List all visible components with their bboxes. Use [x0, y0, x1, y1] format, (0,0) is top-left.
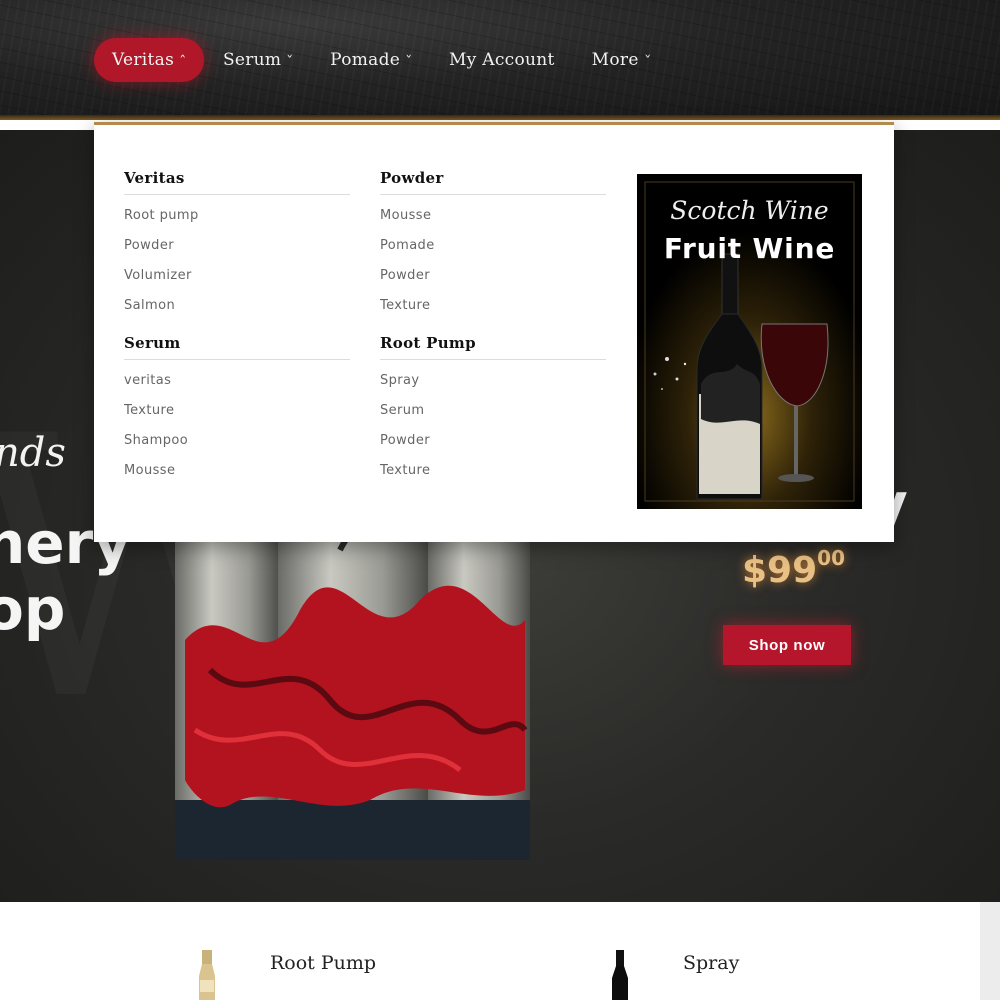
price-cents: 00	[817, 546, 845, 570]
product-name-spray[interactable]: Spray	[683, 952, 739, 974]
column-links: veritas Texture Shampoo Mousse	[124, 370, 350, 490]
price-main: $99	[742, 550, 818, 591]
nav-item-my-account[interactable]: My Account	[431, 38, 573, 82]
menu-link[interactable]: Root pump	[124, 205, 350, 235]
mega-menu-column: Serum veritas Texture Shampoo Mousse	[124, 334, 350, 490]
chevron-up-icon: ˄	[179, 53, 187, 67]
chevron-down-icon: ˅	[405, 53, 413, 67]
nav-label: My Account	[448, 50, 555, 70]
menu-link[interactable]: Texture	[124, 400, 350, 430]
menu-link[interactable]: Mousse	[124, 460, 350, 490]
menu-link[interactable]: Pomade	[380, 235, 606, 265]
wine-bottle-thumbnail[interactable]	[608, 950, 632, 1000]
menu-link[interactable]: Powder	[124, 235, 350, 265]
nav-label: Serum	[222, 50, 282, 70]
nav-item-serum[interactable]: Serum ˅	[205, 38, 311, 82]
nav-item-pomade[interactable]: Pomade ˅	[312, 38, 430, 82]
mega-menu-dropdown: Veritas Root pump Powder Volumizer Salmo…	[94, 122, 894, 542]
nav-label: Veritas	[112, 50, 175, 70]
shop-now-button[interactable]: Shop now	[723, 625, 851, 665]
product-name-root-pump[interactable]: Root Pump	[270, 952, 376, 974]
main-nav: Veritas ˄ Serum ˅ Pomade ˅ My Account Mo…	[94, 38, 670, 82]
menu-link[interactable]: Serum	[380, 400, 606, 430]
column-links: Mousse Pomade Powder Texture	[380, 205, 606, 325]
scrollbar-track[interactable]	[980, 902, 1000, 1000]
nav-item-veritas[interactable]: Veritas ˄	[94, 38, 204, 82]
champagne-bottle-thumbnail[interactable]	[195, 950, 219, 1000]
chevron-down-icon: ˅	[286, 53, 295, 67]
chevron-down-icon: ˅	[643, 53, 652, 67]
column-links: Spray Serum Powder Texture	[380, 370, 606, 490]
menu-link[interactable]: Powder	[380, 265, 606, 295]
hero-headline-line2: op	[0, 575, 66, 643]
column-heading[interactable]: Serum	[124, 334, 350, 360]
menu-link[interactable]: Spray	[380, 370, 606, 400]
column-heading[interactable]: Powder	[380, 169, 606, 195]
hero-script-text: nds	[0, 430, 66, 476]
menu-link[interactable]: Shampoo	[124, 430, 350, 460]
product-strip: Root Pump Spray	[0, 902, 980, 1000]
column-heading[interactable]: Veritas	[124, 169, 350, 195]
mega-menu-column: Powder Mousse Pomade Powder Texture	[380, 169, 606, 325]
menu-link[interactable]: Texture	[380, 460, 606, 490]
promo-banner[interactable]: Scotch Wine Fruit Wine	[637, 174, 862, 509]
nav-item-more[interactable]: More ˅	[574, 38, 669, 82]
promo-script-title: Scotch Wine	[670, 196, 829, 225]
nav-label: Pomade	[330, 50, 401, 70]
nav-label: More	[591, 50, 639, 70]
site-header: Veritas ˄ Serum ˅ Pomade ˅ My Account Mo…	[0, 0, 1000, 120]
menu-link[interactable]: Texture	[380, 295, 606, 325]
column-heading[interactable]: Root Pump	[380, 334, 606, 360]
column-links: Root pump Powder Volumizer Salmon	[124, 205, 350, 325]
mega-menu-column: Root Pump Spray Serum Powder Texture	[380, 334, 606, 490]
menu-link[interactable]: veritas	[124, 370, 350, 400]
promo-title: Fruit Wine	[663, 232, 836, 265]
menu-link[interactable]: Powder	[380, 430, 606, 460]
menu-link[interactable]: Volumizer	[124, 265, 350, 295]
mega-menu-column: Veritas Root pump Powder Volumizer Salmo…	[124, 169, 350, 325]
menu-link[interactable]: Salmon	[124, 295, 350, 325]
menu-link[interactable]: Mousse	[380, 205, 606, 235]
hero-price: $9900	[742, 546, 845, 591]
